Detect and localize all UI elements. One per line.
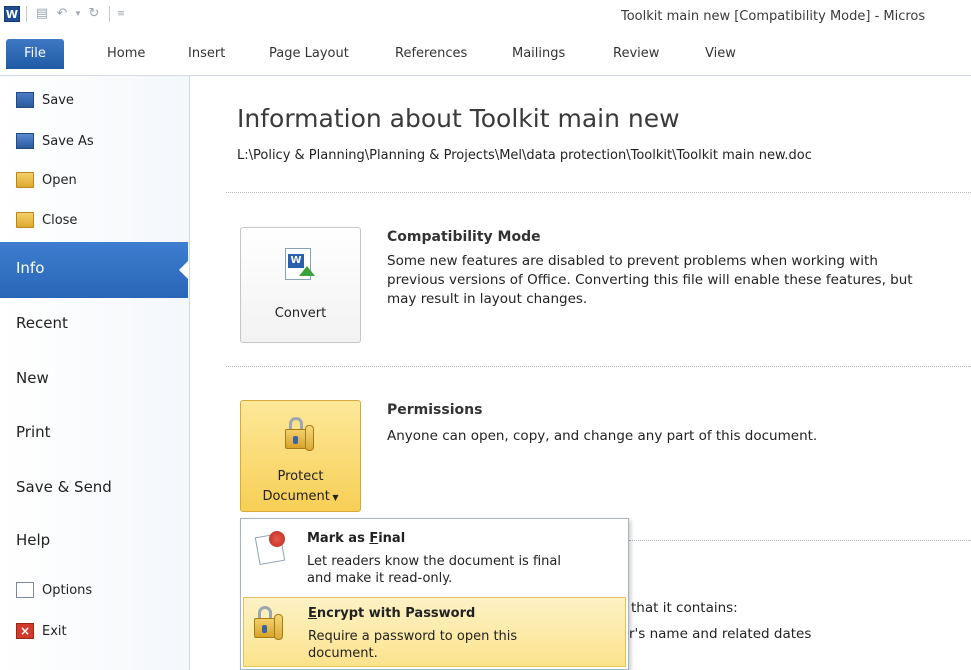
permissions-text: Anyone can open, copy, and change any pa… bbox=[387, 428, 818, 444]
encrypt-with-password-item[interactable]: Encrypt with Password Require a password… bbox=[243, 597, 626, 667]
convert-button-label: Convert bbox=[274, 306, 327, 321]
window-title: Toolkit main new [Compatibility Mode] - … bbox=[621, 9, 926, 24]
mark-final-icon bbox=[254, 531, 289, 569]
nav-new[interactable]: New bbox=[16, 367, 49, 389]
save-icon bbox=[16, 92, 34, 108]
qat-separator bbox=[109, 6, 110, 22]
tab-review[interactable]: Review bbox=[613, 46, 659, 61]
lock-key-icon bbox=[283, 415, 319, 453]
document-path: L:\Policy & Planning\Planning & Projects… bbox=[237, 148, 812, 163]
nav-exit-label: Exit bbox=[42, 623, 67, 639]
tab-view[interactable]: View bbox=[705, 46, 736, 61]
encrypt-desc-2: document. bbox=[308, 646, 378, 661]
redo-icon[interactable]: ↻ bbox=[85, 6, 103, 22]
backstage-nav: Save Save As Open Close Info Recent New … bbox=[0, 76, 190, 670]
mark-as-final-desc-1: Let readers know the document is final bbox=[307, 554, 561, 569]
tab-page-layout[interactable]: Page Layout bbox=[269, 46, 349, 61]
nav-save-label: Save bbox=[42, 92, 74, 108]
encrypt-lock-icon bbox=[252, 604, 286, 642]
undo-dropdown-icon[interactable]: ▾ bbox=[73, 9, 83, 19]
nav-recent[interactable]: Recent bbox=[16, 312, 68, 334]
ribbon-tabs: File Home Insert Page Layout References … bbox=[0, 34, 971, 76]
convert-button[interactable]: W Convert bbox=[240, 227, 361, 343]
chevron-down-icon: ▼ bbox=[329, 493, 339, 502]
tab-mailings[interactable]: Mailings bbox=[512, 46, 565, 61]
mark-as-final-item[interactable]: Mark as Final Let readers know the docum… bbox=[243, 523, 626, 595]
divider bbox=[629, 540, 971, 541]
compatibility-heading: Compatibility Mode bbox=[387, 229, 541, 245]
tab-insert[interactable]: Insert bbox=[188, 46, 225, 61]
permissions-heading: Permissions bbox=[387, 402, 483, 418]
protect-document-button[interactable]: Protect Document ▼ bbox=[240, 400, 361, 512]
options-icon bbox=[16, 582, 34, 598]
page-title: Information about Toolkit main new bbox=[237, 104, 680, 133]
inspect-text-partial-1: that it contains: bbox=[631, 600, 738, 616]
divider bbox=[226, 366, 971, 367]
nav-save-as-label: Save As bbox=[42, 133, 94, 149]
nav-open[interactable]: Open bbox=[16, 168, 77, 192]
nav-info[interactable]: Info bbox=[0, 242, 189, 298]
inspect-text-partial-2: r's name and related dates bbox=[629, 626, 812, 642]
tab-file[interactable]: File bbox=[6, 39, 64, 69]
mark-as-final-label: Mark as Final bbox=[307, 531, 406, 546]
quick-access-toolbar: W ▤ ↶ ▾ ↻ ≡ bbox=[4, 6, 126, 22]
nav-help[interactable]: Help bbox=[16, 529, 50, 551]
protect-document-menu: Mark as Final Let readers know the docum… bbox=[240, 518, 629, 670]
protect-label-line1: Protect bbox=[277, 469, 324, 484]
nav-info-label: Info bbox=[16, 259, 45, 277]
nav-open-label: Open bbox=[42, 172, 77, 188]
open-folder-icon bbox=[16, 172, 34, 188]
encrypt-desc-1: Require a password to open this bbox=[308, 629, 518, 644]
tab-references[interactable]: References bbox=[395, 46, 467, 61]
nav-close[interactable]: Close bbox=[16, 208, 77, 232]
nav-options[interactable]: Options bbox=[16, 578, 92, 602]
nav-print[interactable]: Print bbox=[16, 421, 51, 443]
compatibility-text-1: Some new features are disabled to preven… bbox=[387, 253, 878, 269]
nav-save-as[interactable]: Save As bbox=[16, 129, 94, 153]
undo-icon[interactable]: ↶ bbox=[53, 6, 71, 22]
exit-icon: × bbox=[16, 623, 34, 639]
title-bar: W ▤ ↶ ▾ ↻ ≡ Toolkit main new [Compatibil… bbox=[0, 0, 971, 34]
tab-home[interactable]: Home bbox=[107, 46, 145, 61]
nav-save-send[interactable]: Save & Send bbox=[16, 476, 112, 498]
save-icon[interactable]: ▤ bbox=[33, 6, 51, 22]
qat-separator bbox=[26, 6, 27, 22]
word-app-icon[interactable]: W bbox=[4, 6, 20, 22]
compatibility-text-3: may result in layout changes. bbox=[387, 291, 588, 307]
nav-save[interactable]: Save bbox=[16, 88, 74, 112]
nav-options-label: Options bbox=[42, 582, 93, 598]
close-folder-icon bbox=[16, 212, 34, 228]
customize-qat-icon[interactable]: ≡ bbox=[116, 9, 126, 19]
save-as-icon bbox=[16, 133, 34, 149]
mark-as-final-desc-2: and make it read-only. bbox=[307, 571, 453, 586]
compatibility-text-2: previous versions of Office. Converting … bbox=[387, 272, 913, 288]
nav-exit[interactable]: × Exit bbox=[16, 619, 67, 643]
encrypt-with-password-label: Encrypt with Password bbox=[308, 606, 476, 621]
convert-document-icon: W bbox=[285, 248, 317, 282]
nav-close-label: Close bbox=[42, 212, 78, 228]
protect-label-line2: Document ▼ bbox=[262, 489, 339, 504]
selected-arrow-icon bbox=[179, 260, 189, 280]
divider bbox=[226, 192, 971, 193]
